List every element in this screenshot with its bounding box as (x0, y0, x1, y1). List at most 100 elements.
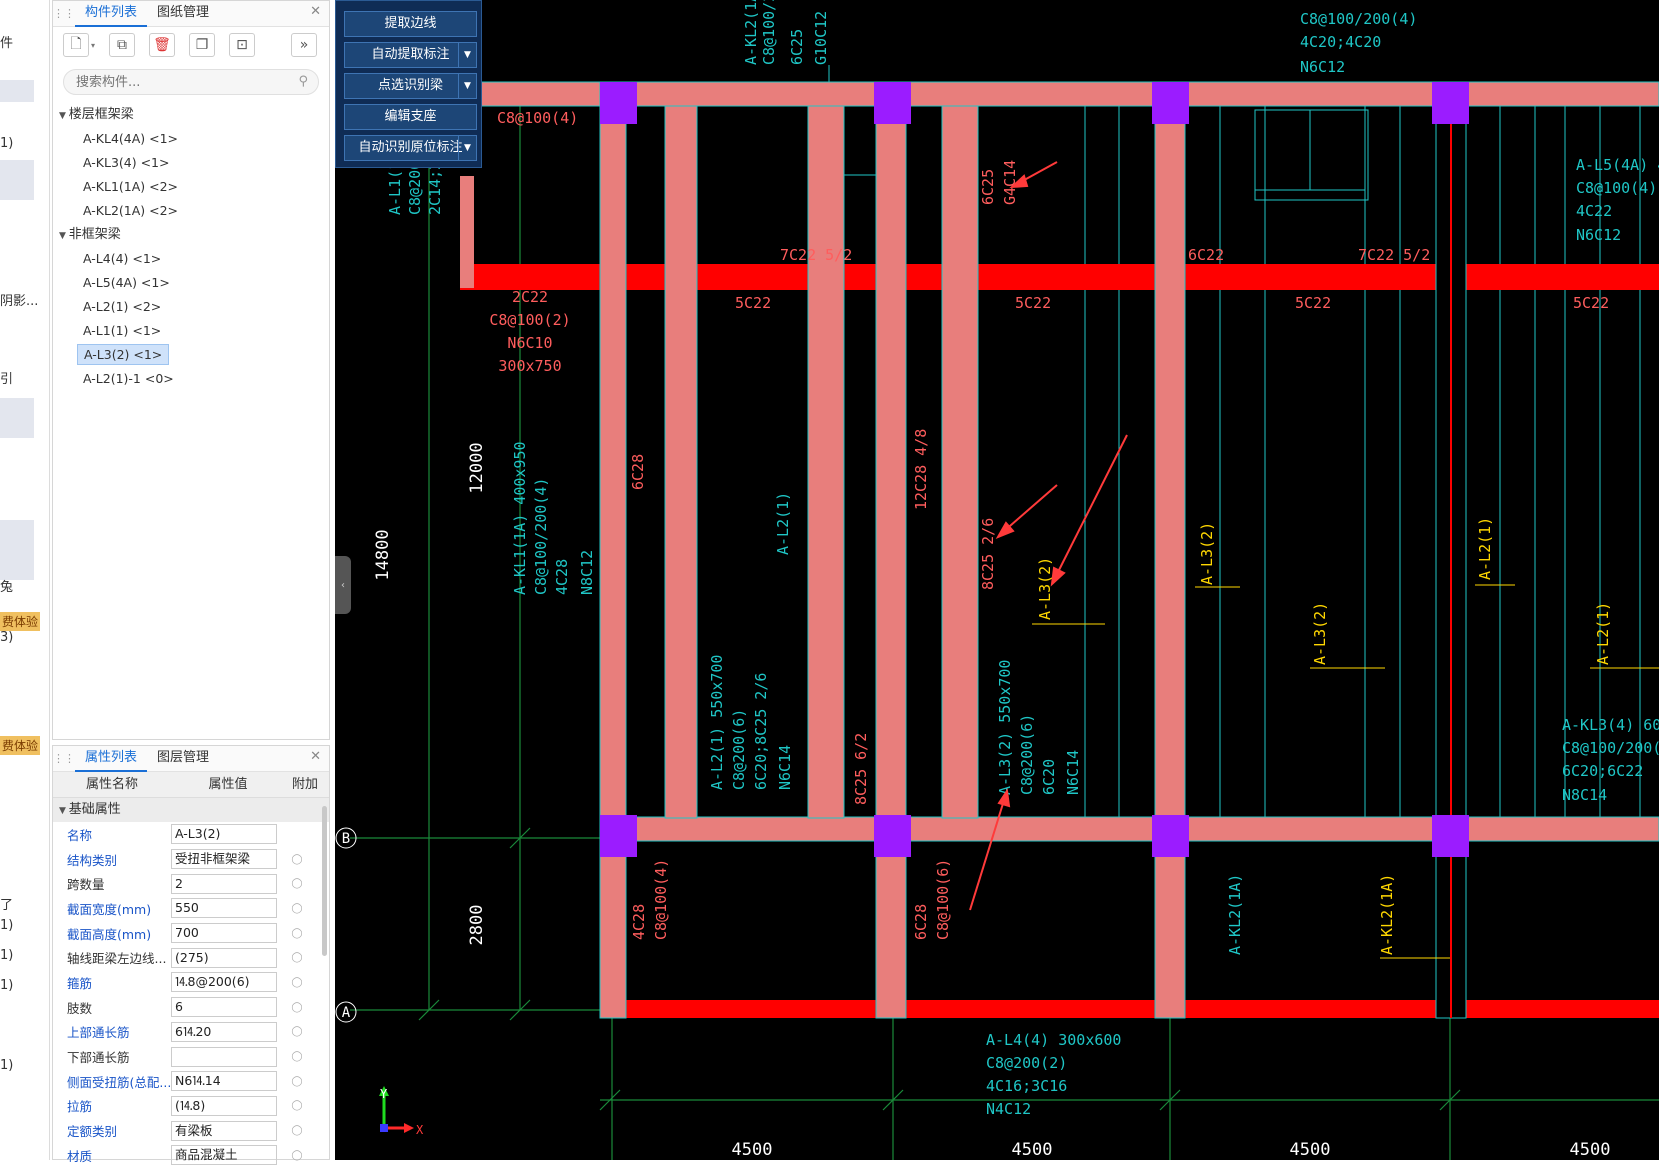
drag-grip-icon[interactable]: ⋮⋮ (53, 752, 75, 765)
property-value-field[interactable]: (275) (171, 947, 277, 968)
extra-checkbox[interactable]: ◯ (277, 952, 317, 963)
property-value-field[interactable]: 550 (171, 898, 277, 919)
extra-checkbox[interactable]: ◯ (277, 854, 317, 865)
more-button[interactable]: » (291, 33, 317, 57)
tree-item[interactable]: A-KL4(4A) <1> (53, 127, 329, 151)
property-group[interactable]: ▼ 基础属性 (53, 798, 329, 822)
tree-item-selected[interactable]: A-L3(2) <1> (53, 343, 329, 367)
property-value-field[interactable]: A-L3(2) (171, 824, 277, 845)
property-row: 跨数量 2 ◯ (53, 871, 329, 896)
property-value-field[interactable]: 6 (171, 997, 277, 1018)
trial-badge[interactable]: 费体验 (0, 612, 41, 631)
tree-item[interactable]: A-L2(1)-1 <0> (53, 367, 329, 391)
trial-badge[interactable]: 费体验 (0, 736, 41, 755)
property-value-field[interactable]: 700 (171, 923, 277, 944)
tree-item[interactable]: A-L4(4) <1> (53, 247, 329, 271)
edit-support-button[interactable]: 编辑支座 (344, 104, 477, 130)
search-input[interactable] (64, 70, 284, 94)
strip-text[interactable]: 阴影... (0, 290, 38, 309)
chevron-down-icon[interactable]: ▼ (59, 231, 69, 241)
auto-identify-inplace-button[interactable]: 自动识别原位标注 ▼ (344, 135, 477, 161)
anno: A-L5(4A) 40 (1576, 156, 1659, 174)
search-box[interactable]: ⚲ (63, 69, 319, 95)
tree-item[interactable]: A-KL2(1A) <2> (53, 199, 329, 223)
extra-checkbox[interactable]: ◯ (277, 1150, 317, 1161)
chevron-down-icon[interactable]: ▼ (458, 74, 476, 98)
extra-checkbox[interactable]: ◯ (277, 928, 317, 939)
property-name: 侧面受扭筋(总配... (67, 1074, 171, 1090)
item-label: A-KL2(1A) <2> (83, 203, 179, 218)
chevron-down-icon[interactable]: ▼ (59, 806, 69, 816)
extra-checkbox[interactable]: ◯ (277, 878, 317, 889)
delete-button[interactable]: 🗑 (149, 33, 176, 57)
property-value-field[interactable]: 商品混凝土 (171, 1145, 277, 1166)
tab-layer-management[interactable]: 图层管理 (147, 746, 219, 772)
auto-extract-labels-button[interactable]: 自动提取标注 ▼ (344, 42, 477, 68)
property-value-field[interactable]: N6⒕14 (171, 1071, 277, 1092)
anno: N4C12 (986, 1100, 1031, 1118)
extra-checkbox[interactable]: ◯ (277, 1076, 317, 1087)
tree-item[interactable]: A-L2(1) <2> (53, 295, 329, 319)
anno: A-KL1(1A) 400x950 (511, 441, 529, 595)
chevron-down-icon[interactable]: ▼ (59, 111, 69, 121)
chevron-down-icon[interactable]: ▼ (458, 43, 476, 67)
anno: A-L3(2) 550x700 (996, 660, 1014, 795)
item-label: A-L3(2) <1> (77, 344, 170, 365)
tab-drawing-management[interactable]: 图纸管理 (147, 1, 219, 27)
new-component-button[interactable]: 🗋 (63, 33, 89, 57)
anno: A-KL2(1A) (742, 0, 760, 65)
extra-checkbox[interactable]: ◯ (277, 977, 317, 988)
tree-item[interactable]: A-KL3(4) <1> (53, 151, 329, 175)
anno: 4C16;3C16 (986, 1077, 1067, 1095)
tree-group-nonframe-beams[interactable]: ▼ 非框架梁 (53, 223, 329, 247)
property-value-field[interactable]: 6⒕20 (171, 1021, 277, 1042)
extra-checkbox[interactable]: ◯ (277, 1026, 317, 1037)
cad-canvas[interactable]: B A 14800 12000 2800 4500 4500 4500 4500… (335, 0, 1659, 1160)
property-name: 材质 (67, 1148, 93, 1164)
anno: A-KL2(1A) (1378, 874, 1396, 955)
extra-checkbox[interactable]: ◯ (277, 903, 317, 914)
tab-component-list[interactable]: 构件列表 (75, 1, 148, 27)
anno: 2C14;2 (426, 161, 444, 215)
tree-item[interactable]: A-KL1(1A) <2> (53, 175, 329, 199)
close-icon[interactable]: ✕ (310, 4, 321, 19)
dim-bottom: 4500 (1290, 1140, 1331, 1160)
drawing-svg[interactable]: B A 14800 12000 2800 4500 4500 4500 4500… (335, 0, 1659, 1160)
anno: 8C25 2/6 (979, 518, 997, 590)
property-value-field[interactable]: 2 (171, 873, 277, 894)
property-value-field[interactable]: ⒕8@200(6) (171, 972, 277, 993)
close-icon[interactable]: ✕ (310, 749, 321, 764)
search-icon[interactable]: ⚲ (298, 74, 308, 89)
extract-edges-button[interactable]: 提取边线 (344, 11, 477, 37)
pick-identify-beam-button[interactable]: 点选识别梁 ▼ (344, 73, 477, 99)
item-label: A-L1(1) <1> (83, 323, 162, 338)
chevron-down-icon[interactable]: ▾ (91, 41, 95, 50)
extra-checkbox[interactable]: ◯ (277, 1002, 317, 1013)
property-value-field[interactable] (171, 1046, 277, 1067)
property-value-field[interactable]: 受扭非框架梁 (171, 849, 277, 870)
tree-group-frame-beams[interactable]: ▼ 楼层框架梁 (53, 103, 329, 127)
save-template-button[interactable]: ⊡ (229, 33, 256, 57)
chevron-down-icon[interactable]: ▼ (458, 136, 476, 160)
drag-grip-icon[interactable]: ⋮⋮ (53, 7, 75, 20)
dim-bottom: 4500 (1012, 1140, 1053, 1160)
extra-checkbox[interactable]: ◯ (277, 1051, 317, 1062)
tree-item[interactable]: A-L1(1) <1> (53, 319, 329, 343)
property-value-field[interactable]: (⒕8) (171, 1095, 277, 1116)
anno: A-L2(1) (1594, 602, 1612, 665)
copy-button[interactable]: ⧉ (109, 33, 136, 57)
scrollbar[interactable] (322, 806, 327, 956)
strip-text: 兔 (0, 580, 14, 595)
ucs-icon: Y X (379, 1086, 424, 1137)
extra-checkbox[interactable]: ◯ (277, 1125, 317, 1136)
extra-checkbox[interactable]: ◯ (277, 1100, 317, 1111)
strip-text: 1) (0, 948, 14, 963)
component-list-panel: ⋮⋮ 构件列表 图纸管理 ✕ 🗋 ▾ ⧉ 🗑 ❐ ⊡ » ⚲ ▼ 楼层框架梁 A… (52, 0, 330, 740)
anno: 4C20;4C20 (1300, 33, 1381, 51)
tree-item[interactable]: A-L5(4A) <1> (53, 271, 329, 295)
duplicate-floor-button[interactable]: ❐ (189, 33, 216, 57)
collapse-panel-handle[interactable]: ‹ (335, 556, 351, 614)
property-value-field[interactable]: 有梁板 (171, 1120, 277, 1141)
tab-property-list[interactable]: 属性列表 (75, 746, 148, 772)
chevron-left-icon[interactable]: ‹ (341, 580, 345, 591)
